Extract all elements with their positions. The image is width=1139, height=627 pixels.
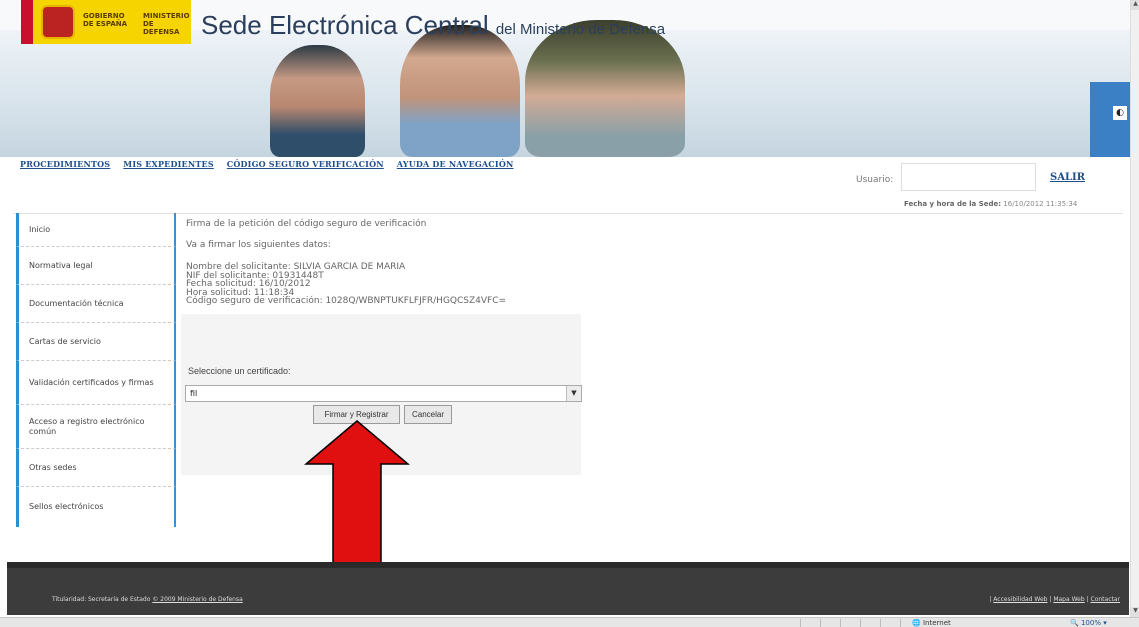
footer-link-accesibilidad[interactable]: Accesibilidad Web — [993, 596, 1047, 603]
status-cell — [880, 619, 881, 627]
footer-top-rule — [7, 562, 1129, 568]
site-title: Sede Electrónica Central del Ministerio … — [201, 10, 665, 41]
scroll-down-icon[interactable]: ▼ — [1131, 607, 1139, 617]
header-photo-officer — [400, 25, 520, 157]
status-cell — [860, 619, 861, 627]
nav-procedimientos[interactable]: PROCEDIMIENTOS — [20, 159, 110, 169]
site-title-sub: del Ministerio de Defensa — [495, 21, 666, 38]
sidebar-item-otras-sedes[interactable]: Otras sedes — [16, 449, 176, 487]
zoom-level: 100% — [1080, 619, 1101, 627]
sidebar-item-label: Otras sedes — [29, 462, 77, 472]
certificate-select[interactable]: fil ▼ — [185, 385, 582, 402]
footer-owner-text: Titularidad: Secretaría de Estado — [52, 596, 151, 603]
nav-codigo-seguro[interactable]: CÓDIGO SEGURO VERIFICACIÓN — [227, 159, 384, 169]
contrast-toggle-icon[interactable]: ◐ — [1113, 106, 1127, 120]
cancel-button[interactable]: Cancelar — [404, 405, 452, 424]
footer-copyright-link[interactable]: © 2009 Ministerio de Defensa — [152, 596, 242, 603]
footer-owner: Titularidad: Secretaría de Estado © 2009… — [52, 596, 243, 603]
sidebar-item-label: Sellos electrónicos — [29, 502, 104, 511]
nav-divider — [13, 213, 1123, 214]
scroll-up-icon[interactable]: ▲ — [1131, 0, 1139, 10]
sidebar-item-normativa[interactable]: Normativa legal — [16, 247, 176, 285]
footer-links: | Accesibilidad Web | Mapa Web | Contact… — [989, 596, 1120, 603]
site-title-main: Sede Electrónica Central — [201, 10, 489, 40]
status-cell — [900, 619, 901, 627]
footer-link-contactar[interactable]: Contactar — [1091, 596, 1121, 603]
site-footer: Titularidad: Secretaría de Estado © 2009… — [7, 562, 1129, 615]
page-title: Firma de la petición del código seguro d… — [186, 219, 427, 229]
sidebar-item-label: Validación certificados y firmas — [29, 377, 154, 387]
intro-text: Va a firmar los siguientes datos: — [186, 240, 331, 250]
sidebar-item-label: Documentación técnica — [29, 298, 124, 308]
sidebar: Inicio Normativa legal Documentación téc… — [16, 213, 176, 527]
site-header: ◐ GOBIERNO DE ESPAÑA MINISTERIO DE DEFEN… — [0, 0, 1130, 157]
flag-stripe — [21, 0, 33, 44]
server-datetime: Fecha y hora de la Sede: 16/10/2012 11:3… — [904, 200, 1077, 208]
chevron-down-icon[interactable]: ▼ — [566, 386, 581, 401]
sidebar-item-label: Inicio — [29, 224, 51, 234]
coat-of-arms-icon — [41, 5, 75, 39]
sidebar-item-label: Cartas de servicio — [29, 336, 101, 346]
certificate-label: Seleccione un certificado: — [188, 366, 291, 376]
zoom-control[interactable]: 🔍 100% ▾ — [1070, 618, 1107, 627]
status-cell — [840, 619, 841, 627]
detail-codigo: Código seguro de verificación: 1028Q/WBN… — [186, 296, 507, 306]
sidebar-item-sellos[interactable]: Sellos electrónicos — [16, 487, 176, 527]
status-cell — [800, 619, 801, 627]
footer-link-mapa[interactable]: Mapa Web — [1053, 596, 1084, 603]
sidebar-item-label: Normativa legal — [29, 260, 93, 270]
sidebar-item-documentacion[interactable]: Documentación técnica — [16, 285, 176, 323]
sidebar-item-registro[interactable]: Acceso a registro electrónico común — [16, 405, 176, 449]
logo-gobierno-text: GOBIERNO DE ESPAÑA — [83, 12, 128, 28]
browser-status-bar: 🌐 Internet 🔍 100% ▾ — [0, 617, 1139, 627]
header-photo-soldier-woman — [270, 45, 365, 157]
security-zone: 🌐 Internet — [912, 619, 951, 627]
vertical-scrollbar[interactable]: ▲ ▼ — [1130, 0, 1139, 617]
sidebar-item-cartas[interactable]: Cartas de servicio — [16, 323, 176, 361]
certificate-select-value: fil — [190, 389, 198, 398]
sidebar-item-label: Acceso a registro electrónico común — [29, 416, 145, 436]
main-nav: PROCEDIMIENTOS MIS EXPEDIENTES CÓDIGO SE… — [20, 159, 514, 169]
sidebar-item-validacion[interactable]: Validación certificados y firmas — [16, 361, 176, 405]
logout-link[interactable]: SALIR — [1050, 172, 1085, 183]
datetime-value: 16/10/2012 11:35:34 — [1003, 200, 1078, 208]
nav-ayuda[interactable]: AYUDA DE NAVEGACIÓN — [397, 159, 514, 169]
datetime-label: Fecha y hora de la Sede: — [904, 200, 1002, 208]
sidebar-item-inicio[interactable]: Inicio — [16, 213, 176, 247]
nav-mis-expedientes[interactable]: MIS EXPEDIENTES — [123, 159, 214, 169]
details-list: Nombre del solicitante: SILVIA GARCIA DE… — [186, 263, 506, 306]
user-field[interactable] — [901, 163, 1036, 191]
logo-ministerio-text: MINISTERIO DE DEFENSA — [143, 12, 190, 36]
ministry-logo[interactable]: GOBIERNO DE ESPAÑA MINISTERIO DE DEFENSA — [21, 0, 191, 44]
security-zone-label: Internet — [922, 619, 951, 627]
user-label: Usuario: — [856, 175, 894, 185]
status-cell — [820, 619, 821, 627]
